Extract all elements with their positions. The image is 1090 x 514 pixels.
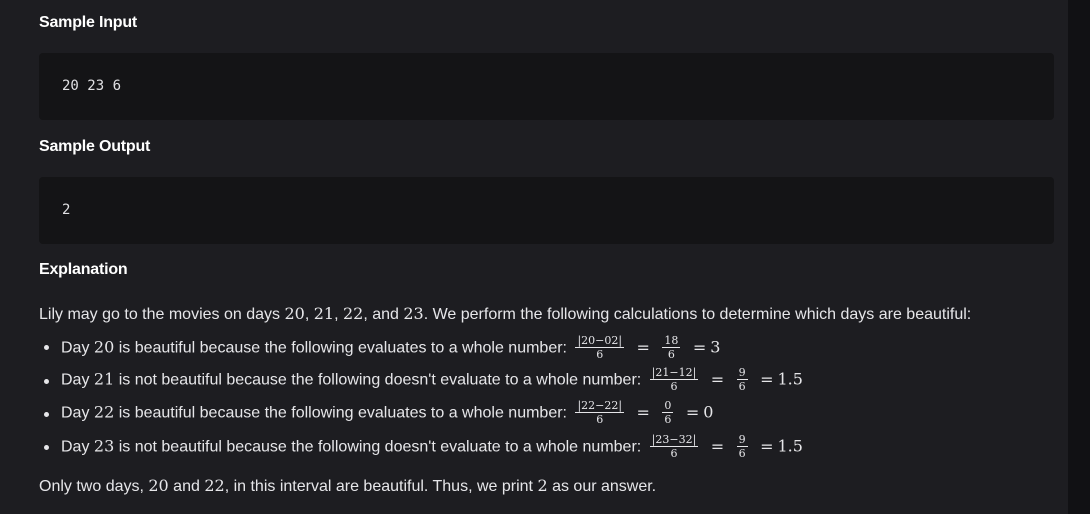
explanation-intro: Lily may go to the movies on days 20, 21… bbox=[39, 304, 971, 324]
fraction-denominator: 6 bbox=[670, 447, 678, 460]
sample-input-heading: Sample Input bbox=[39, 14, 138, 31]
fraction-numerator: |23−32| bbox=[649, 433, 699, 447]
conclusion-text: Only two days, bbox=[39, 478, 149, 495]
fraction: |22−22| 6 bbox=[575, 399, 625, 426]
fraction-numerator: 9 bbox=[736, 366, 748, 380]
equals-sign: = bbox=[636, 402, 650, 422]
intro-text: Lily may go to the movies on days bbox=[39, 306, 285, 323]
fraction-numerator: 0 bbox=[662, 399, 674, 413]
bullet-text: Day bbox=[61, 371, 94, 389]
conclusion-text: as our answer. bbox=[547, 478, 657, 495]
sample-output-code-block[interactable]: 2 bbox=[39, 177, 1054, 244]
intro-sep-1: , bbox=[304, 306, 314, 323]
intro-day-2: 21 bbox=[313, 304, 335, 323]
fraction: 18 6 bbox=[662, 334, 681, 361]
fraction-denominator: 6 bbox=[738, 380, 746, 393]
equals-sign: = bbox=[710, 436, 725, 456]
sample-input-code: 20 23 6 bbox=[62, 78, 122, 94]
conclusion-count: 2 bbox=[537, 476, 548, 495]
fraction-numerator: 9 bbox=[736, 433, 748, 447]
problem-panel: Sample Input 20 23 6 Sample Output 2 Exp… bbox=[0, 0, 1068, 514]
fraction-denominator: 6 bbox=[667, 348, 675, 361]
bullet-text: is beautiful because the following evalu… bbox=[114, 404, 572, 422]
fraction-denominator: 6 bbox=[596, 348, 604, 361]
bullet-text: Day bbox=[61, 339, 94, 357]
intro-sep-3: , and bbox=[363, 306, 404, 323]
equals-sign: = bbox=[692, 337, 707, 357]
fraction: 06 bbox=[662, 399, 674, 426]
explanation-heading: Explanation bbox=[39, 261, 128, 278]
conclusion-text: , in this interval are beautiful. Thus, … bbox=[224, 478, 538, 495]
bullet-day: 22 bbox=[93, 402, 115, 422]
bullet-day: 23 bbox=[93, 436, 115, 456]
bullet-day-21: Day 21 is not beautiful because the foll… bbox=[61, 366, 803, 394]
bullet-dot bbox=[44, 445, 49, 450]
bullet-text: Day bbox=[61, 438, 94, 456]
result-value: 0 bbox=[703, 402, 714, 422]
equals-sign: = bbox=[685, 402, 700, 422]
bullet-dot bbox=[44, 345, 49, 350]
fraction: |20−02| 6 bbox=[575, 334, 625, 361]
fraction: |23−32| 6 bbox=[649, 433, 699, 460]
bullet-day-23: Day 23 is not beautiful because the foll… bbox=[61, 433, 803, 461]
fraction-denominator: 6 bbox=[670, 380, 678, 393]
intro-sep-2: , bbox=[334, 306, 343, 323]
equals-sign: = bbox=[760, 369, 774, 389]
page-scrollbar-gutter[interactable] bbox=[1068, 0, 1090, 514]
explanation-conclusion: Only two days, 20 and 22, in this interv… bbox=[39, 476, 656, 496]
intro-day-4: 23 bbox=[403, 304, 424, 323]
intro-day-3: 22 bbox=[342, 304, 364, 323]
sample-output-code: 2 bbox=[62, 202, 71, 218]
bullet-dot bbox=[44, 379, 49, 384]
equals-sign: = bbox=[636, 337, 650, 357]
bullet-day-22: Day 22 is beautiful because the followin… bbox=[61, 399, 714, 427]
intro-text-end: . We perform the following calculations … bbox=[423, 306, 972, 323]
bullet-dot bbox=[44, 412, 49, 417]
fraction-numerator: |20−02| bbox=[575, 334, 625, 348]
bullet-text: is not beautiful because the following d… bbox=[114, 438, 646, 456]
bullet-text: is beautiful because the following evalu… bbox=[114, 339, 572, 357]
equals-sign: = bbox=[710, 369, 725, 389]
result-value: 1.5 bbox=[777, 436, 803, 456]
result-value: 1.5 bbox=[777, 369, 803, 389]
bullet-text: is not beautiful because the following d… bbox=[114, 371, 646, 389]
bullet-day-20: Day 20 is beautiful because the followin… bbox=[61, 334, 721, 362]
conclusion-day-2: 22 bbox=[204, 476, 225, 495]
equals-sign: = bbox=[760, 436, 774, 456]
fraction: 96 bbox=[736, 433, 748, 460]
sample-output-heading: Sample Output bbox=[39, 138, 151, 155]
bullet-day: 21 bbox=[93, 369, 115, 389]
fraction-numerator: |21−12| bbox=[649, 366, 699, 380]
fraction-numerator: |22−22| bbox=[575, 399, 625, 413]
conclusion-day-1: 20 bbox=[148, 476, 169, 495]
sample-input-code-block[interactable]: 20 23 6 bbox=[39, 53, 1054, 120]
intro-day-1: 20 bbox=[284, 304, 305, 323]
fraction-denominator: 6 bbox=[664, 413, 672, 426]
fraction-denominator: 6 bbox=[738, 447, 746, 460]
bullet-text: Day bbox=[61, 404, 94, 422]
result-value: 3 bbox=[710, 337, 721, 357]
conclusion-text: and bbox=[168, 478, 205, 495]
fraction: |21−12| 6 bbox=[649, 366, 699, 393]
fraction-numerator: 18 bbox=[662, 334, 681, 348]
fraction-denominator: 6 bbox=[596, 413, 604, 426]
bullet-day: 20 bbox=[93, 337, 115, 357]
fraction: 96 bbox=[736, 366, 748, 393]
